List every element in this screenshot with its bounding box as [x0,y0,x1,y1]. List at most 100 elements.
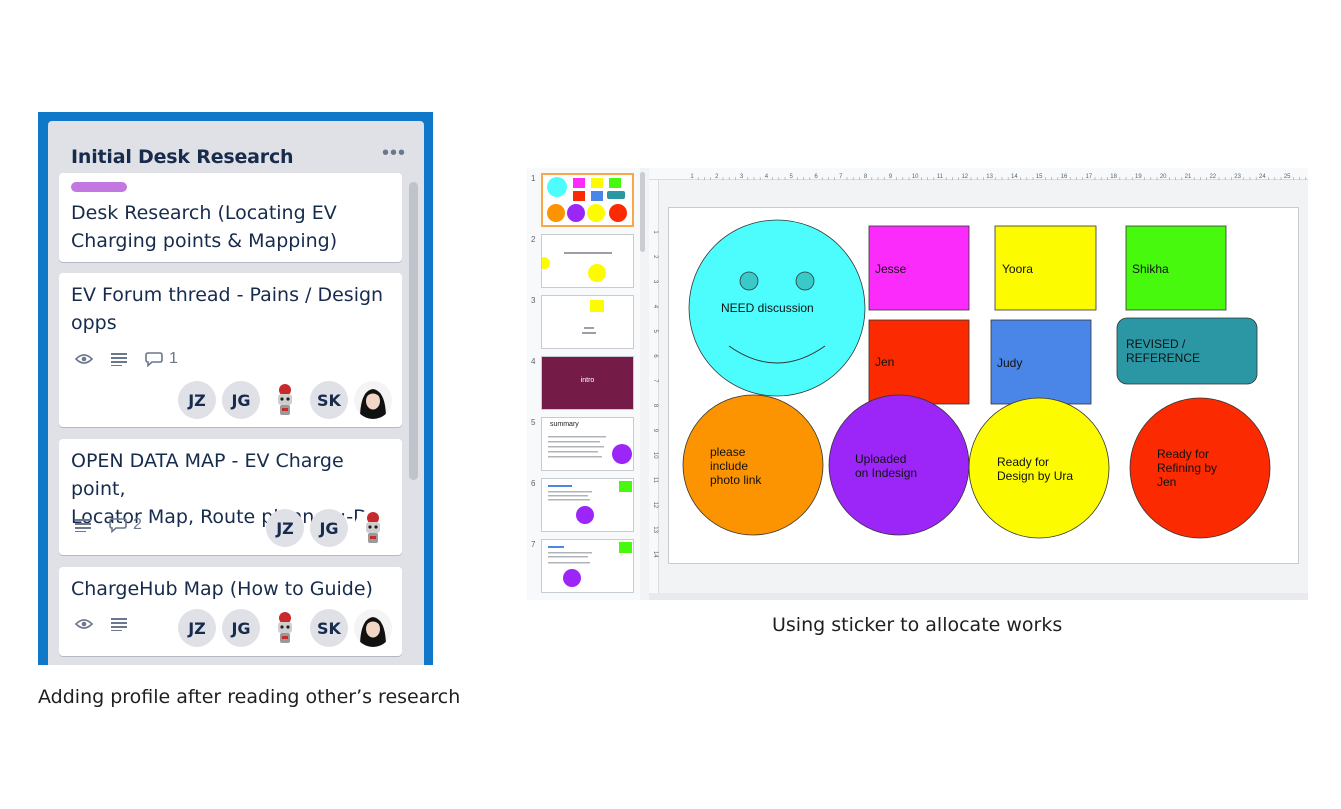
card-badges: 2 [75,516,142,534]
ruler-tick-label: 3 [740,174,744,180]
sticker-label: Judy [997,356,1023,370]
slide-thumbnail-1[interactable] [541,173,634,227]
card-title-line: Desk Research (Locating EV [71,202,337,224]
card-title-line: Charging points & Mapping) [71,230,338,252]
avatar-robot-image[interactable] [266,609,304,647]
ellipsis-icon[interactable]: ••• [382,142,406,165]
ruler-ticks: 1234567891011121314 [652,230,658,558]
comment-count: 2 [133,516,142,533]
card-members: JZ JG [266,509,392,547]
ruler-tick-label: 18 [1110,174,1117,180]
avatar[interactable]: JG [222,381,260,419]
ruler-tick-label: 9 [652,429,658,433]
card-open-data-map[interactable]: OPEN DATA MAP - EV Charge point, Locator… [59,439,402,555]
sticker-label: photo link [710,473,762,487]
description-icon [75,518,91,532]
avatar-robot-image[interactable] [354,509,392,547]
sticker-label: Design by Ura [997,469,1074,483]
ruler-tick-label: 2 [652,255,658,259]
trello-board-panel: Initial Desk Research ••• Desk Research … [38,112,433,665]
avatar[interactable]: JG [310,509,348,547]
slide-filmstrip: 1 2 3 4 intro 5 summary 6 7 [527,168,640,600]
ruler-tick-label: 7 [839,174,843,180]
card-members: JZ JG SK [178,609,392,647]
avatar[interactable]: JZ [266,509,304,547]
ruler-tick-label: 24 [1259,174,1266,180]
slide-thumbnail-5[interactable]: summary [541,417,634,471]
card-title-line: EV Forum thread - Pains / Design [71,284,384,306]
ruler-tick-label: 23 [1234,174,1241,180]
speaker-notes-drag-handle[interactable] [649,593,1308,600]
slide-thumbnail-7[interactable] [541,539,634,593]
ruler-tick-label: 19 [1135,174,1142,180]
list-scrollbar[interactable] [409,182,418,480]
ruler-tick-label: 14 [1011,174,1018,180]
ruler-tick-label: 1 [652,230,658,234]
slide-canvas[interactable]: NEED discussion Jesse Yoora Shikha Jen J… [668,207,1299,564]
sticker-label: Shikha [1132,262,1169,276]
slide-number: 4 [531,357,536,366]
card-title-line: ChargeHub Map (How to Guide) [71,578,373,600]
slide-thumbnail-3[interactable] [541,295,634,349]
eye-icon [75,618,93,630]
avatar-photo[interactable] [354,609,392,647]
card-label[interactable] [71,182,127,192]
description-icon [111,352,127,366]
ruler-tick-label: 4 [765,174,769,180]
ruler-tick-label: 10 [652,452,658,459]
ruler-tick-label: 12 [961,174,968,180]
avatar[interactable]: JZ [178,381,216,419]
ruler-tick-label: 20 [1160,174,1167,180]
slide-thumbnail-4[interactable]: intro [541,356,634,410]
sticker-label: REFERENCE [1126,351,1201,365]
sticker-label: Uploaded [855,452,907,466]
slide-thumbnail-2[interactable] [541,234,634,288]
avatar[interactable]: SK [310,609,348,647]
avatar-robot-image[interactable] [266,381,304,419]
ruler-tick-label: 16 [1061,174,1068,180]
card-members: JZ JG SK [178,381,392,419]
list-title: Initial Desk Research [71,146,294,168]
ruler-tick-label: 4 [652,305,658,309]
avatar-photo[interactable] [354,381,392,419]
sticker-label: Jen [1157,475,1177,489]
slides-editor-panel: 1 2 3 4 intro 5 summary 6 7 1 2 3 4 5 6 … [527,168,1308,600]
slide-thumbnail-6[interactable] [541,478,634,532]
comment-icon [145,351,163,367]
ruler-tick-label: 25 [1284,174,1291,180]
avatar[interactable]: JZ [178,609,216,647]
sticker-label: on Indesign [855,466,918,480]
ruler-tick-label: 6 [652,354,658,358]
ruler-tick-label: 2 [715,174,719,180]
slide-number: 7 [531,540,536,549]
ruler-tick-label: 5 [652,330,658,334]
eye-icon [75,353,93,365]
trello-caption: Adding profile after reading other’s res… [38,686,461,708]
avatar[interactable]: JG [222,609,260,647]
card-ev-forum[interactable]: EV Forum thread - Pains / Design opps 1 … [59,273,402,427]
ruler-tick-label: 9 [889,174,893,180]
slide-number: 1 [531,174,536,183]
ruler-tick-label: 1 [690,174,694,180]
ruler-tick-label: 13 [652,526,658,533]
ruler-tick-label: 10 [912,174,919,180]
vertical-ruler: 1 2 3 4 5 6 7 8 9 10 11 12 13 14 [649,180,659,600]
avatar[interactable]: SK [310,381,348,419]
ruler-tick-label: 11 [652,477,658,484]
ruler-tick-label: 6 [814,174,818,180]
filmstrip-scrollbar[interactable] [640,172,645,252]
description-icon [111,617,127,631]
sticker-label: please [710,445,746,459]
slide-number: 5 [531,418,536,427]
sticker-label: Refining by [1157,461,1218,475]
thumb-title: intro [580,377,595,384]
card-chargehub-map[interactable]: ChargeHub Map (How to Guide) JZ JG SK [59,567,402,656]
slide-number: 3 [531,296,536,305]
ruler-tick-label: 8 [652,404,658,408]
trello-list: Initial Desk Research ••• Desk Research … [48,121,424,665]
card-desk-research[interactable]: Desk Research (Locating EV Charging poin… [59,173,402,262]
card-badges [75,617,127,631]
ruler-tick-label: 22 [1209,174,1216,180]
sticker-label: NEED discussion [721,301,814,315]
ruler-tick-label: 15 [1036,174,1043,180]
